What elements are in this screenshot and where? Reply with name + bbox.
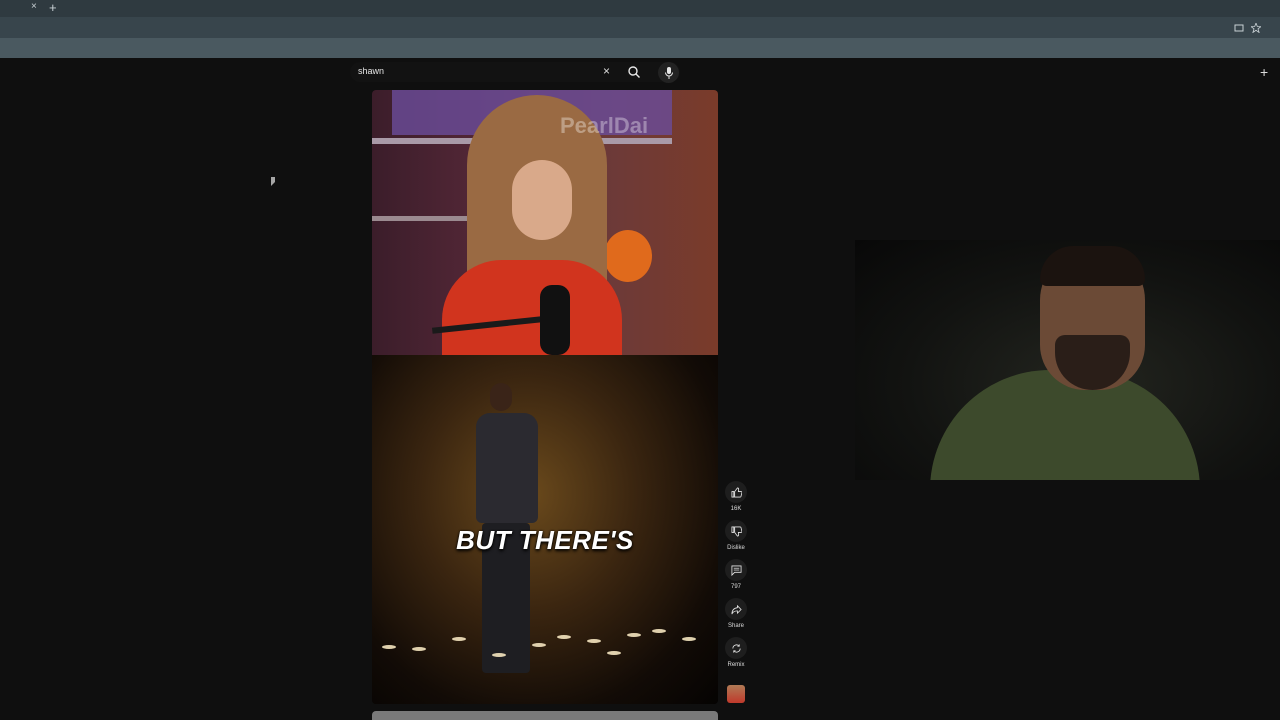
person-face — [512, 160, 572, 240]
webcam-overlay — [855, 240, 1280, 480]
close-icon[interactable]: × — [603, 64, 610, 78]
performer-head — [490, 383, 512, 411]
stage-lights — [382, 625, 708, 675]
thumb-down-icon — [731, 526, 742, 536]
bookmark-star-icon[interactable] — [1251, 23, 1261, 33]
next-short-preview[interactable] — [372, 711, 718, 720]
presenter-hair — [1040, 246, 1145, 286]
remix-icon — [731, 643, 741, 653]
share-button[interactable]: Share — [724, 598, 748, 629]
video-top-panel: PearlDai — [372, 90, 718, 355]
mic-icon — [664, 66, 673, 79]
browser-toolbar — [0, 17, 1280, 38]
comments-button-circle[interactable] — [725, 559, 747, 581]
video-caption: BUT THERE'S — [456, 525, 634, 555]
comment-count: 797 — [730, 584, 741, 590]
share-icon — [731, 604, 742, 614]
dislike-label: Dislike — [727, 545, 745, 551]
like-button-circle[interactable] — [725, 481, 747, 503]
plus-icon[interactable]: + — [1260, 64, 1268, 80]
mouse-cursor — [271, 177, 275, 186]
cast-icon[interactable] — [1234, 24, 1244, 32]
presenter-shirt — [930, 370, 1200, 480]
comments-button[interactable]: 797 — [724, 559, 748, 590]
dislike-button-circle[interactable] — [725, 520, 747, 542]
pumpkin — [604, 230, 652, 282]
thumb-up-icon — [731, 487, 742, 497]
remix-button[interactable]: Remix — [724, 637, 748, 668]
shorts-video-player[interactable]: PearlDai BUT THERE'S — [372, 90, 718, 704]
search-icon[interactable] — [627, 65, 641, 79]
tab-close-icon[interactable]: × — [31, 1, 37, 12]
video-bottom-panel: BUT THERE'S — [372, 355, 718, 704]
browser-tabstrip: × + — [0, 0, 1280, 17]
remix-label: Remix — [727, 662, 745, 668]
like-button[interactable]: 16K — [724, 481, 748, 512]
new-tab-icon[interactable]: + — [49, 0, 57, 15]
dislike-button[interactable]: Dislike — [724, 520, 748, 551]
remix-button-circle[interactable] — [725, 637, 747, 659]
share-button-circle[interactable] — [725, 598, 747, 620]
search-bar[interactable]: shawn × — [350, 62, 680, 82]
performer-body — [476, 413, 538, 523]
search-input[interactable]: shawn — [358, 66, 384, 76]
channel-avatar[interactable] — [727, 685, 745, 703]
podcast-mic — [540, 285, 570, 355]
channel-watermark: PearlDai — [560, 113, 649, 138]
browser-bookmarks-bar — [0, 38, 1280, 58]
comment-icon — [731, 565, 741, 576]
voice-search-button[interactable] — [658, 62, 679, 83]
person-top — [442, 260, 622, 355]
like-count: 16K — [730, 506, 742, 512]
share-label: Share — [727, 623, 744, 629]
